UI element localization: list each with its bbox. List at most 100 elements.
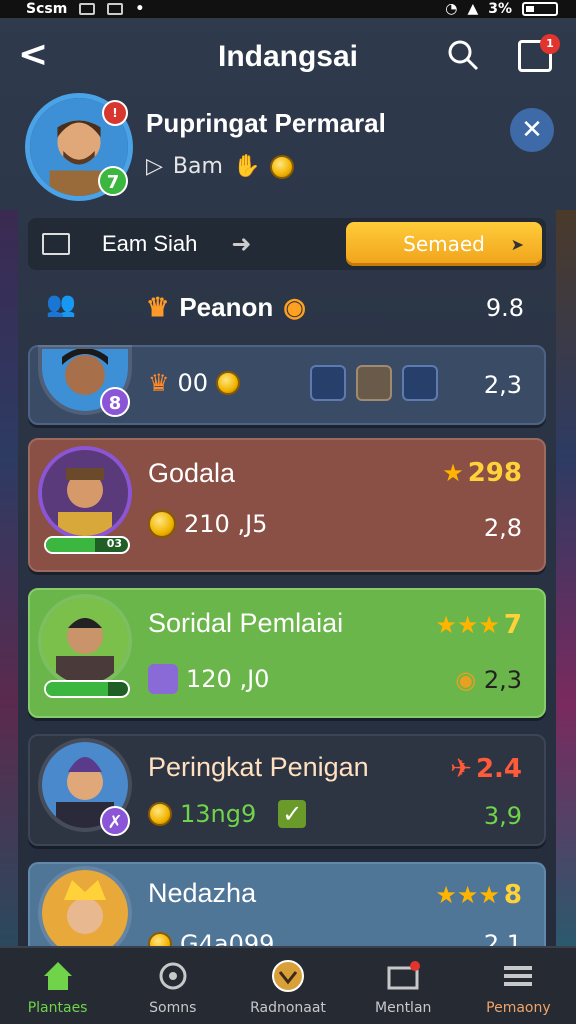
status-text: Scsm: [26, 1, 68, 17]
player-stat-text: 210 ,J5: [184, 510, 268, 538]
player-name: Soridal Pemlaiai: [148, 608, 344, 638]
app-header: < Indangsai 1: [0, 22, 576, 92]
battery-text: 3%: [488, 1, 512, 17]
category-value: 9.8: [485, 294, 524, 322]
profile-name: Pupringat Permaral: [146, 108, 386, 138]
profile-section: ! 7 Pupringat Permaral ▷ Bam ✋ ✕: [0, 96, 576, 206]
status-bar: Scsm • ◔ ▲ 3%: [0, 0, 576, 18]
crown-icon: ♛: [146, 292, 170, 322]
notification-badge: 1: [540, 34, 560, 54]
back-icon[interactable]: <: [18, 34, 48, 75]
gear-icon: [159, 962, 187, 990]
star-icon: ★: [442, 459, 464, 487]
tab-label: Plantaes: [27, 1000, 88, 1016]
player-avatar[interactable]: [42, 870, 128, 956]
signal-icon: ▲: [467, 1, 479, 17]
player-avatar[interactable]: [42, 450, 128, 536]
row-value: 2,8: [483, 514, 522, 542]
menu-icon: [504, 966, 533, 986]
shield-icon: ◉: [283, 292, 306, 322]
tab-rewards[interactable]: Radnonaat: [230, 948, 345, 1024]
profile-sub-text: Bam: [172, 154, 223, 179]
document-icon: [107, 3, 124, 15]
leaderboard-row[interactable]: 03 Godala 210 ,J5 ★ 298 2,8: [28, 438, 546, 572]
category-row[interactable]: 👥 ♛ Peanon ◉ 9.8: [28, 280, 546, 340]
player-score-text: 2.4: [475, 754, 522, 784]
profile-alert-badge: !: [102, 100, 128, 126]
row-value: 2,3: [483, 371, 522, 399]
tab-label: Mentlan: [375, 1000, 432, 1016]
wifi-icon: ◔: [445, 1, 458, 17]
leaderboard-row[interactable]: ✗ Peringkat Penigan 13ng9 ✓ ✈ 2.4 3,9: [28, 734, 546, 846]
star-icon: ★★★: [435, 611, 500, 639]
player-name: Godala: [148, 458, 236, 488]
star-icon: ★★★: [435, 881, 500, 909]
crown-icon: ♛: [148, 369, 170, 397]
player-stat: 210 ,J5: [148, 510, 267, 538]
dot-icon: •: [135, 1, 145, 17]
tab-social[interactable]: Somns: [115, 948, 230, 1024]
tab-label: Somns: [149, 1000, 197, 1016]
tab-home[interactable]: Plantaes: [0, 948, 115, 1024]
tab-messages[interactable]: Mentlan: [346, 948, 461, 1024]
group-avatars: 👥: [46, 290, 76, 318]
item-slot[interactable]: [402, 365, 438, 401]
xp-bar-text: 03: [106, 537, 122, 550]
send-button[interactable]: Semaed ➤: [346, 222, 542, 266]
page-title: Indangsai: [217, 40, 359, 73]
row-value: ◉ 2,3: [455, 666, 522, 694]
player-stat: 120 ,J0: [148, 664, 269, 694]
background-art-right: [556, 210, 576, 950]
tab-label: Radnonaat: [250, 1000, 326, 1016]
medal-icon: [272, 960, 304, 992]
item-slot[interactable]: [356, 365, 392, 401]
play-icon: ▷: [146, 154, 163, 179]
bottom-tab-bar: Plantaes Somns Radnonaat Mentlan Pemaony: [0, 946, 576, 1024]
player-level-badge: 8: [100, 387, 130, 417]
player-score: ★ 298: [442, 458, 522, 488]
player-name: Nedazha: [148, 878, 257, 908]
category-label: ♛ Peanon ◉: [146, 292, 306, 323]
coin-icon: [270, 154, 295, 179]
profile-level-badge: 7: [98, 166, 128, 196]
leaderboard-row[interactable]: Soridal Pemlaiai 120 ,J0 ★★★ 7 ◉ 2,3: [28, 588, 546, 718]
leaderboard-row[interactable]: 8 ♛ 00 2,3: [28, 345, 546, 425]
battery-icon: [522, 2, 558, 16]
check-icon: ✓: [278, 800, 307, 828]
category-text: Peanon: [179, 292, 274, 322]
leaderboard-row[interactable]: Nedazha G4a099 ★★★ 8 2.1: [28, 862, 546, 958]
row-value: 3,9: [483, 802, 522, 830]
friend-bar-label: Eam Siah: [102, 231, 198, 256]
xp-bar: 03: [44, 536, 130, 554]
player-stat: 13ng9 ✓: [148, 800, 307, 828]
player-score: ★★★ 7: [435, 610, 522, 640]
coin-stack-icon: [148, 802, 172, 826]
send-icon: ➤: [510, 234, 524, 254]
background-art-left: [0, 210, 18, 950]
mail-icon[interactable]: [42, 233, 70, 255]
close-button[interactable]: ✕: [510, 108, 554, 152]
friend-bar: Eam Siah ➜ Semaed ➤: [28, 218, 546, 270]
arrow-up-icon: ✈: [450, 754, 472, 784]
tab-label: Pemaony: [486, 1000, 551, 1016]
gallery-icon: [79, 3, 96, 15]
player-avatar[interactable]: [42, 598, 128, 684]
item-slots: [310, 365, 438, 401]
player-score-text: 298: [467, 458, 522, 488]
tab-shop[interactable]: Pemaony: [461, 948, 576, 1024]
hand-icon: ✋: [232, 154, 261, 179]
arrow-right-icon: ➜: [231, 230, 252, 258]
row-value-text: 2,3: [483, 666, 522, 694]
player-score: ★★★ 8: [435, 880, 522, 910]
xp-bar: [44, 680, 130, 698]
home-icon: [43, 962, 72, 990]
gem-icon: [148, 664, 178, 694]
player-stat: ♛ 00: [148, 369, 241, 397]
item-slot[interactable]: [310, 365, 346, 401]
search-icon[interactable]: [446, 38, 480, 72]
gold-badge-icon: [148, 510, 176, 538]
coin-icon: [216, 371, 241, 395]
player-stat-text: 00: [177, 369, 209, 397]
profile-subtitle: ▷ Bam ✋: [146, 154, 295, 179]
player-stat-text: 120 ,J0: [186, 665, 270, 693]
